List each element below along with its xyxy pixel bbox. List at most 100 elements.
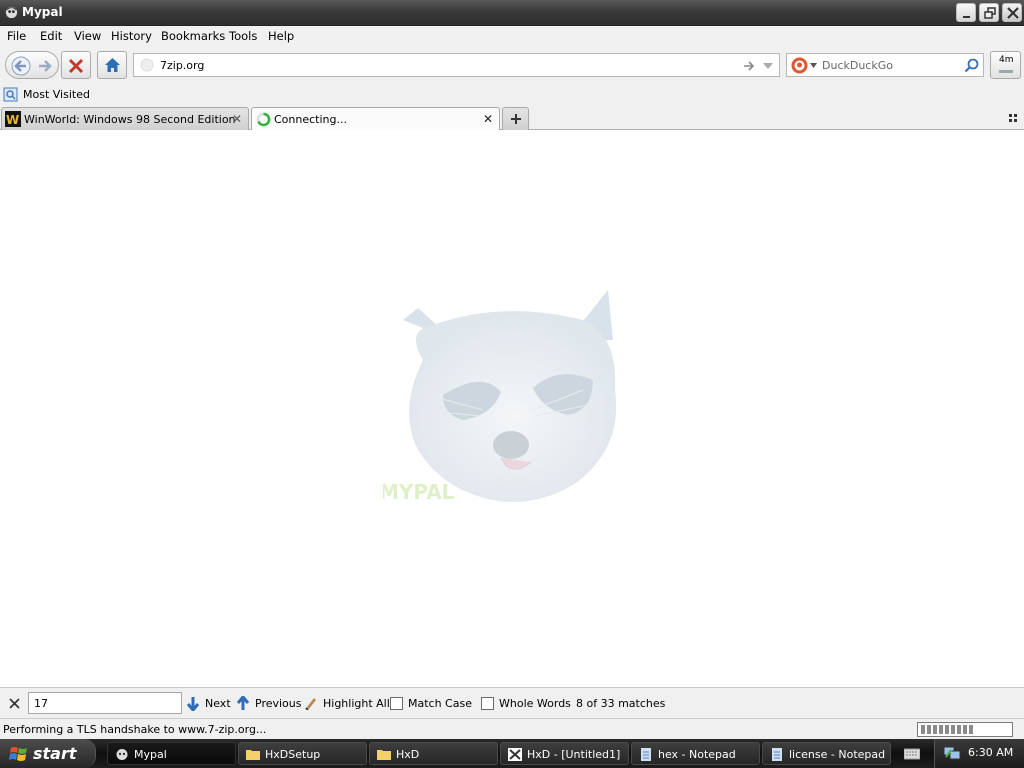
downloads-time-badge: 4m	[999, 55, 1014, 65]
go-arrow-icon[interactable]	[742, 59, 756, 73]
notepad-icon	[641, 748, 651, 761]
address-bar[interactable]: 7zip.org	[133, 53, 780, 77]
tab-label: WinWorld: Windows 98 Second Edition	[24, 113, 236, 126]
search-magnifier-icon[interactable]	[964, 58, 979, 73]
task-label: license - Notepad	[789, 748, 886, 761]
system-tray: 6:30 AM	[934, 739, 1024, 768]
mypal-watermark-text: MYPAL	[383, 480, 455, 504]
forward-arrow-icon[interactable]	[37, 58, 53, 74]
page-favicon-placeholder-icon	[140, 58, 154, 72]
notepad-icon	[772, 748, 782, 761]
tab-connecting[interactable]: Connecting... ✕	[251, 107, 500, 131]
hxd-app-icon	[508, 748, 522, 761]
status-text: Performing a TLS handshake to www.7-zip.…	[3, 723, 267, 736]
start-label: start	[33, 744, 77, 763]
windows-logo-icon	[9, 747, 27, 761]
whole-words-label[interactable]: Whole Words	[499, 697, 571, 710]
minimize-icon	[963, 16, 970, 18]
highlighter-icon[interactable]	[304, 696, 318, 710]
stop-button[interactable]	[61, 51, 91, 79]
task-label: Mypal	[134, 748, 167, 761]
back-arrow-icon[interactable]	[11, 56, 31, 76]
menu-history[interactable]: History	[111, 29, 152, 43]
menu-file[interactable]: File	[7, 29, 26, 43]
minimize-button[interactable]	[956, 3, 976, 22]
most-visited-folder-icon	[3, 87, 18, 102]
taskbar-clock: 6:30 AM	[968, 746, 1014, 759]
close-icon	[1007, 7, 1019, 19]
match-case-checkbox[interactable]	[390, 697, 403, 710]
task-label: hex - Notepad	[658, 748, 736, 761]
menu-view[interactable]: View	[74, 29, 101, 43]
plus-icon	[511, 114, 521, 124]
taskbar-item-hxd-untitled[interactable]: HxD - [Untitled1]	[500, 742, 629, 765]
tab-winworld[interactable]: W WinWorld: Windows 98 Second Edition ✕	[1, 107, 249, 130]
page-content[interactable]: MYPAL	[0, 130, 1024, 687]
match-case-label[interactable]: Match Case	[408, 697, 472, 710]
menu-help[interactable]: Help	[268, 29, 294, 43]
find-previous-arrow-icon[interactable]	[236, 696, 250, 711]
history-dropdown-icon[interactable]	[762, 60, 774, 72]
menu-edit[interactable]: Edit	[40, 29, 62, 43]
tab-label: Connecting...	[274, 113, 347, 126]
home-button[interactable]	[97, 51, 127, 79]
navigation-toolbar: 7zip.org DuckDuckGo 4m	[0, 48, 1024, 84]
downloads-button[interactable]: 4m	[990, 51, 1021, 79]
search-bar[interactable]: DuckDuckGo	[786, 53, 984, 77]
network-tray-icon[interactable]	[943, 745, 961, 761]
task-label: HxD - [Untitled1]	[527, 748, 621, 761]
tab-close-icon[interactable]: ✕	[483, 112, 493, 126]
task-label: HxD	[396, 748, 420, 761]
taskbar-item-hxdsetup[interactable]: HxDSetup	[238, 742, 367, 765]
find-bar: Next Previous Highlight All Match Case W…	[0, 687, 1024, 718]
tab-close-icon[interactable]: ✕	[232, 112, 242, 126]
keyboard-icon[interactable]	[904, 747, 920, 760]
bookmarks-toolbar: Most Visited	[0, 84, 1024, 106]
whole-words-checkbox[interactable]	[481, 697, 494, 710]
home-icon	[105, 58, 120, 72]
close-window-button[interactable]	[1002, 3, 1022, 22]
menu-bookmarks[interactable]: Bookmarks	[161, 29, 225, 43]
restore-icon	[984, 7, 996, 19]
mypal-app-icon	[116, 749, 128, 760]
highlight-all-button[interactable]: Highlight All	[323, 697, 390, 710]
loading-progress-bar	[917, 722, 1013, 737]
svg-text:W: W	[6, 113, 19, 127]
window-title: Mypal	[22, 5, 63, 19]
find-match-count: 8 of 33 matches	[576, 697, 666, 710]
all-tabs-grid-icon[interactable]	[1008, 113, 1019, 124]
bookmark-most-visited[interactable]: Most Visited	[23, 88, 90, 101]
raccoon-watermark-logo: MYPAL	[383, 290, 617, 504]
menu-bar: File Edit View History Bookmarks Tools H…	[0, 26, 1024, 48]
stop-x-icon	[68, 58, 84, 74]
duckduckgo-icon[interactable]	[791, 57, 808, 74]
loading-spinner-icon	[256, 112, 271, 127]
search-engine-dropdown-icon[interactable]	[810, 63, 817, 69]
taskbar-item-hxd-folder[interactable]: HxD	[369, 742, 498, 765]
progress-segments	[921, 725, 973, 734]
tab-strip: W WinWorld: Windows 98 Second Edition ✕ …	[0, 106, 1024, 131]
new-tab-button[interactable]	[502, 107, 529, 130]
mypal-app-icon	[5, 6, 18, 19]
folder-icon	[377, 750, 391, 760]
taskbar-item-hex-notepad[interactable]: hex - Notepad	[631, 742, 760, 765]
find-next-arrow-icon[interactable]	[186, 696, 200, 711]
menu-tools[interactable]: Tools	[229, 29, 257, 43]
folder-icon	[246, 750, 260, 760]
find-next-button[interactable]: Next	[205, 697, 231, 710]
status-bar: Performing a TLS handshake to www.7-zip.…	[0, 718, 1024, 739]
winworld-icon: W	[5, 111, 21, 127]
taskbar-item-mypal[interactable]: Mypal	[107, 742, 236, 765]
taskbar-item-license-notepad[interactable]: license - Notepad	[762, 742, 891, 765]
find-input[interactable]	[28, 692, 182, 714]
search-placeholder[interactable]: DuckDuckGo	[822, 59, 893, 72]
find-close-icon[interactable]	[9, 698, 20, 709]
find-previous-button[interactable]: Previous	[255, 697, 302, 710]
back-forward-group	[5, 51, 59, 79]
url-text[interactable]: 7zip.org	[160, 59, 204, 72]
start-button[interactable]: start	[0, 739, 96, 768]
restore-button[interactable]	[979, 3, 999, 22]
task-label: HxDSetup	[265, 748, 321, 761]
title-bar[interactable]: Mypal	[0, 0, 1024, 26]
taskbar: start Mypal HxDSetup HxD HxD - [Untitled…	[0, 739, 1024, 768]
